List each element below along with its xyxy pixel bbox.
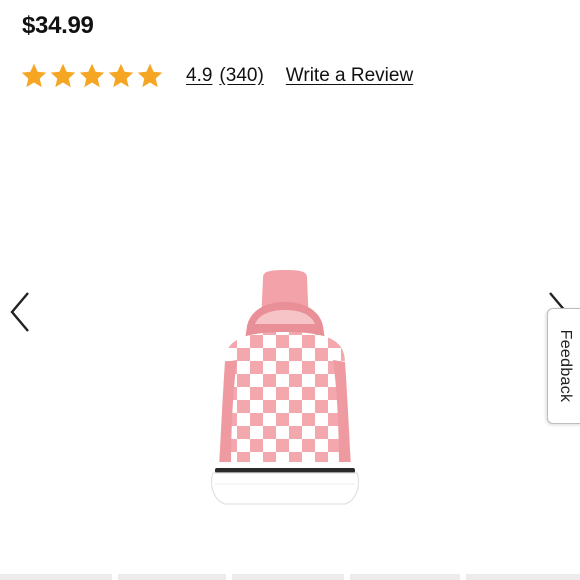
thumbnail[interactable] <box>232 574 344 580</box>
thumbnail[interactable] <box>350 574 460 580</box>
rating-row: 4.9 (340) Write a Review <box>20 59 413 93</box>
chevron-left-icon[interactable] <box>8 290 32 334</box>
review-count-link[interactable]: (340) <box>219 65 263 87</box>
star-icon <box>21 63 47 88</box>
feedback-label: Feedback <box>557 329 574 403</box>
rating-value-link[interactable]: 4.9 <box>186 65 212 87</box>
thumbnail-strip <box>0 574 580 580</box>
write-review-link[interactable]: Write a Review <box>286 65 413 87</box>
product-price: $34.99 <box>22 12 94 39</box>
thumbnail[interactable] <box>0 574 112 580</box>
feedback-tab[interactable]: Feedback <box>547 308 580 424</box>
star-icon <box>137 63 163 88</box>
star-icon <box>79 63 105 88</box>
star-rating <box>20 62 164 90</box>
product-image <box>210 270 360 505</box>
thumbnail[interactable] <box>118 574 226 580</box>
star-icon <box>108 63 134 88</box>
star-icon <box>50 63 76 88</box>
thumbnail[interactable] <box>466 574 580 580</box>
